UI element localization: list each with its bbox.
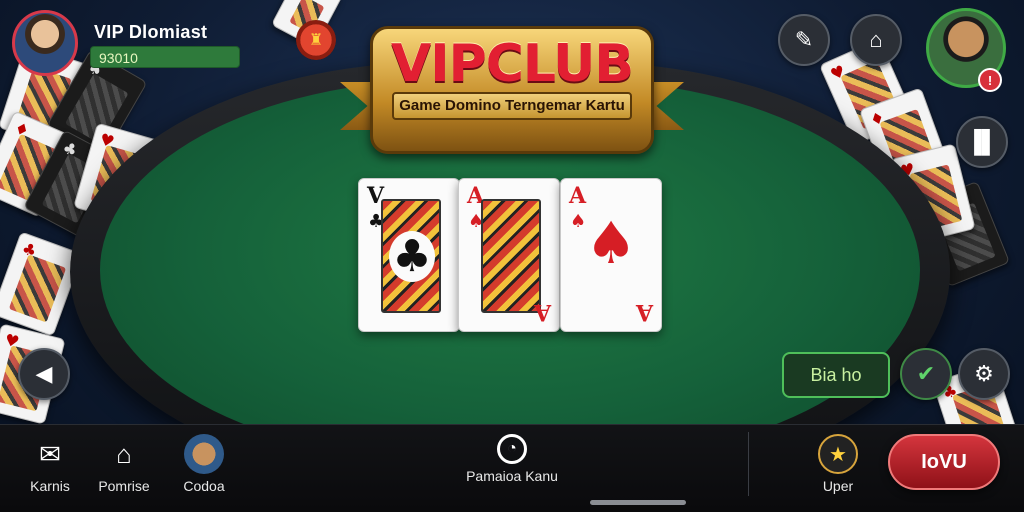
card-rank: A [569,183,587,209]
table-card: V ♣ ♣ [358,178,460,332]
card-rank-bottom: A [635,299,653,325]
clock-icon: ◔ [497,434,527,464]
player-chip-count: 93010 [90,46,240,68]
spade-suit-icon: ♠ [585,209,637,277]
table-card: A ♠ ♠ A [560,178,662,332]
nav-label: Pomrise [98,478,150,494]
chart-icon: ▐▌ [966,129,998,154]
nav-ranking[interactable]: ★ Uper [798,434,878,494]
play-button[interactable]: IoVU [888,434,1000,490]
divider [748,432,749,496]
camera-icon: ⌂ [869,27,883,52]
nav-label: Pamaioa Kanu [466,468,558,484]
player-avatar[interactable] [12,10,78,76]
nav-label: Karnis [30,478,70,494]
check-icon: ✔ [916,361,936,386]
nav-shop[interactable]: ⌂ Pomrise [84,434,164,495]
card-face-art [481,199,541,313]
nav-label: Uper [822,478,854,494]
logo-title: VIPCLUB [390,34,634,94]
card-rank-bottom: A [533,299,551,325]
nav-mail[interactable]: ✉ Karnis [10,434,90,495]
nav-label: Codoa [183,478,225,494]
notification-badge[interactable]: ! [978,68,1002,92]
rank-medal-icon[interactable]: ♜ [296,20,336,60]
clubs-suit-icon: ♣ [389,231,435,282]
avatar-icon [184,434,224,474]
leaderboard-button[interactable]: ▐▌ [956,116,1008,168]
confirm-button[interactable]: ✔ [900,348,952,400]
home-indicator[interactable] [590,500,686,505]
nav-profile[interactable]: Codoa [164,434,244,494]
gear-icon: ⚙ [974,361,994,386]
nav-games[interactable]: ◔ Pamaioa Kanu [462,434,562,484]
edit-icon: ✎ [794,27,814,52]
trophy-icon: ★ [818,434,858,474]
back-icon: ◀ [35,361,53,386]
camera-button[interactable]: ⌂ [850,14,902,66]
action-button[interactable]: Bia ho [782,352,890,398]
logo-subtitle: Game Domino Terngemar Kartu [392,92,632,120]
settings-button[interactable]: ⚙ [958,348,1010,400]
edit-button[interactable]: ✎ [778,14,830,66]
back-button[interactable]: ◀ [18,348,70,400]
shop-icon: ⌂ [116,438,132,469]
table-card: A ♠ A [458,178,560,332]
player-name: VIP Dlomiast [94,22,208,42]
mail-icon: ✉ [39,438,61,469]
